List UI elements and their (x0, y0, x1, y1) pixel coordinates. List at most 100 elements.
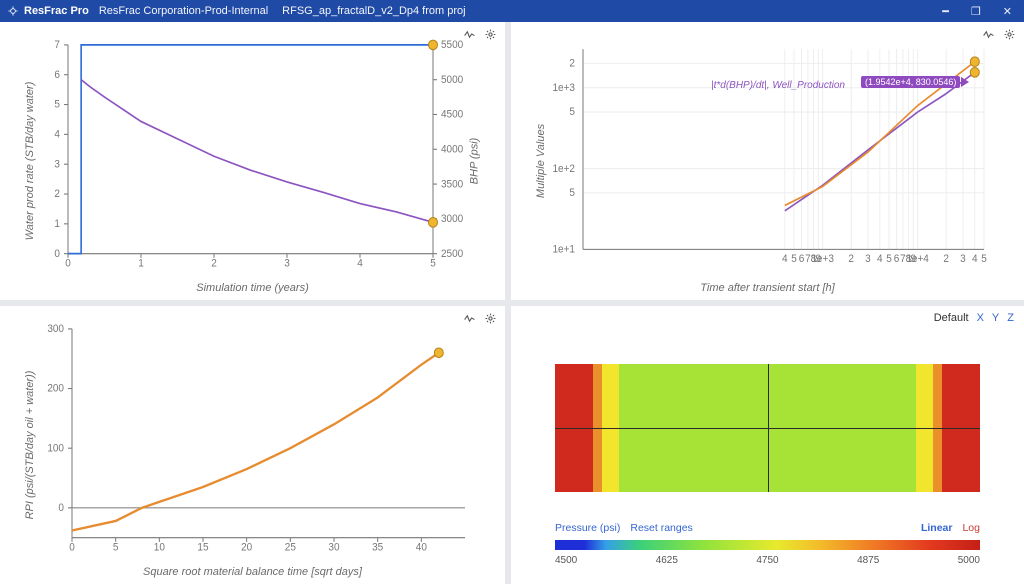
svg-text:0: 0 (58, 503, 64, 514)
chart-bottom-left[interactable]: 0 5 10 15 20 25 30 35 40 0 100 200 300 RPI (psi/(STB… (20, 314, 485, 576)
reset-ranges-link[interactable]: Reset ranges (630, 522, 692, 534)
legend-row: Pressure (psi) Reset ranges Linear Log (555, 522, 980, 534)
gear-icon[interactable] (1003, 28, 1016, 41)
svg-text:1e+2: 1e+2 (552, 164, 575, 175)
context-label: ResFrac Corporation-Prod-Internal (99, 5, 268, 17)
view-z[interactable]: Z (1007, 312, 1014, 324)
window-buttons: ━ ❐ ✕ (942, 5, 1018, 18)
svg-text:1e+4: 1e+4 (906, 254, 929, 265)
svg-text:5: 5 (54, 100, 60, 111)
svg-text:4: 4 (357, 258, 363, 269)
colorbar-tick: 4500 (555, 555, 577, 566)
crosshair-horizontal (555, 428, 980, 429)
svg-text:0: 0 (54, 249, 60, 260)
svg-text:100: 100 (47, 443, 64, 454)
svg-text:2: 2 (569, 58, 575, 69)
chart-top-left[interactable]: 0123450123456725003000350040004500500055… (20, 30, 485, 292)
svg-text:3500: 3500 (441, 179, 463, 190)
colorbar-ticks: 4500 4625 4750 4875 5000 (555, 555, 980, 566)
svg-text:6: 6 (799, 254, 805, 265)
xlabel: Square root material balance time [sqrt … (143, 566, 362, 578)
maximize-button[interactable]: ❐ (971, 5, 981, 18)
gear-icon[interactable] (484, 312, 497, 325)
svg-text:3000: 3000 (441, 214, 463, 225)
svg-text:4: 4 (54, 129, 60, 140)
svg-text:4: 4 (877, 254, 883, 265)
ylabel-right: BHP (psi) (469, 138, 481, 185)
svg-text:6: 6 (54, 70, 60, 81)
colorbar-tick: 4750 (756, 555, 778, 566)
svg-text:20: 20 (241, 542, 252, 553)
view-y[interactable]: Y (992, 312, 999, 324)
svg-text:2: 2 (848, 254, 854, 265)
svg-text:15: 15 (197, 542, 208, 553)
svg-text:3: 3 (284, 258, 290, 269)
close-button[interactable]: ✕ (1003, 5, 1012, 18)
view-x[interactable]: X (977, 312, 984, 324)
gear-icon[interactable] (484, 28, 497, 41)
svg-text:30: 30 (328, 542, 339, 553)
svg-text:5: 5 (791, 254, 797, 265)
svg-text:10: 10 (154, 542, 165, 553)
svg-text:0: 0 (69, 542, 75, 553)
minimize-button[interactable]: ━ (942, 5, 949, 18)
pressure-label: Pressure (psi) (555, 522, 620, 534)
svg-text:5: 5 (113, 542, 119, 553)
svg-text:1e+3: 1e+3 (811, 254, 834, 265)
pressure-heatmap[interactable] (555, 364, 980, 492)
xlabel: Simulation time (years) (196, 282, 308, 294)
svg-text:1: 1 (138, 258, 144, 269)
svg-text:25: 25 (285, 542, 296, 553)
svg-text:7: 7 (54, 40, 60, 51)
svg-text:2: 2 (54, 189, 60, 200)
svg-text:2500: 2500 (441, 249, 463, 260)
svg-text:5: 5 (569, 188, 575, 199)
chart-tooltip: (1.9542e+4, 830.0546) (861, 76, 960, 88)
svg-text:3: 3 (865, 254, 871, 265)
svg-text:5500: 5500 (441, 40, 463, 51)
colorbar-tick: 5000 (958, 555, 980, 566)
svg-text:4000: 4000 (441, 144, 463, 155)
svg-text:40: 40 (416, 542, 427, 553)
svg-text:4: 4 (782, 254, 788, 265)
app-logo-icon (6, 4, 20, 18)
svg-text:5: 5 (981, 254, 987, 265)
svg-text:5: 5 (569, 107, 575, 118)
svg-text:200: 200 (47, 384, 64, 395)
colorbar[interactable] (555, 540, 980, 550)
svg-text:1: 1 (54, 219, 60, 230)
svg-text:6: 6 (894, 254, 900, 265)
titlebar: ResFrac Pro ResFrac Corporation-Prod-Int… (0, 0, 1024, 22)
scale-linear[interactable]: Linear (921, 522, 953, 534)
ylabel-left: Multiple Values (535, 124, 547, 198)
scale-log[interactable]: Log (962, 522, 980, 534)
svg-text:5: 5 (430, 258, 436, 269)
svg-text:2: 2 (211, 258, 217, 269)
project-label: RFSG_ap_fractalD_v2_Dp4 from proj (282, 5, 465, 17)
svg-text:2: 2 (943, 254, 949, 265)
svg-text:1e+3: 1e+3 (552, 83, 575, 94)
colorbar-tick: 4875 (857, 555, 879, 566)
view-toolbar: Default X Y Z (934, 312, 1014, 324)
svg-text:35: 35 (372, 542, 383, 553)
panel-bottom-left: 0 5 10 15 20 25 30 35 40 0 100 200 300 RPI (psi/(STB… (0, 306, 505, 584)
chart-top-right[interactable]: 4567891e+3234567891e+423451e+151e+251e+3… (531, 30, 1004, 292)
view-default[interactable]: Default (934, 312, 969, 324)
svg-text:3: 3 (960, 254, 966, 265)
svg-text:0: 0 (65, 258, 71, 269)
panel-top-right: 4567891e+3234567891e+423451e+151e+251e+3… (511, 22, 1024, 300)
ylabel-left: Water prod rate (STB/day water) (24, 82, 36, 241)
ylabel-left: RPI (psi/(STB/day oil + water)) (24, 371, 36, 520)
svg-text:1e+1: 1e+1 (552, 244, 575, 255)
series-label: |t*d(BHP)/dt|, Well_Production (711, 80, 845, 91)
xlabel: Time after transient start [h] (700, 282, 834, 294)
panel-top-left: 0123450123456725003000350040004500500055… (0, 22, 505, 300)
app-name: ResFrac Pro (24, 5, 89, 17)
svg-text:5: 5 (886, 254, 892, 265)
panel-bottom-right: Default X Y Z Pressure (psi) Reset range… (511, 306, 1024, 584)
svg-text:4: 4 (972, 254, 978, 265)
svg-text:300: 300 (47, 324, 64, 335)
svg-text:5000: 5000 (441, 75, 463, 86)
workspace-grid: 0123450123456725003000350040004500500055… (0, 22, 1024, 584)
colorbar-tick: 4625 (656, 555, 678, 566)
